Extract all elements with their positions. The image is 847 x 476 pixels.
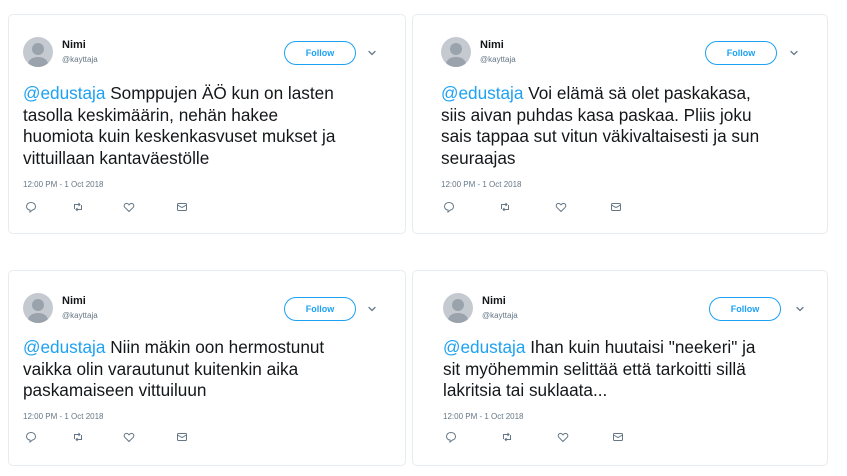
tweet-text: @edustaja Somppujen ÄÖ kun on lasten tas… <box>23 83 403 169</box>
tweet-card: Nimi @kayttaja Follow @edustaja Voi eläm… <box>412 14 828 234</box>
retweet-icon[interactable] <box>501 431 513 443</box>
avatar[interactable] <box>441 37 471 67</box>
like-icon[interactable] <box>123 431 135 443</box>
message-icon[interactable] <box>610 201 622 213</box>
tweet-card: Nimi @kayttaja Follow @edustaja Niin mäk… <box>8 270 406 466</box>
user-handle[interactable]: @kayttaja <box>480 55 516 64</box>
retweet-icon[interactable] <box>499 201 511 213</box>
user-name[interactable]: Nimi <box>480 39 504 51</box>
like-icon[interactable] <box>123 201 135 213</box>
mention-link[interactable]: @edustaja <box>23 83 105 103</box>
user-handle[interactable]: @kayttaja <box>62 311 98 320</box>
chevron-down-icon[interactable] <box>366 303 378 315</box>
tweet-card: Nimi @kayttaja Follow @edustaja Somppuje… <box>8 14 406 234</box>
avatar[interactable] <box>23 37 53 67</box>
user-name[interactable]: Nimi <box>62 295 86 307</box>
reply-icon[interactable] <box>25 201 37 213</box>
avatar-silhouette-icon <box>28 43 48 67</box>
avatar[interactable] <box>23 293 53 323</box>
avatar-silhouette-icon <box>448 299 468 323</box>
tweet-text: @edustaja Ihan kuin huutaisi "neekeri" j… <box>443 337 828 402</box>
mention-link[interactable]: @edustaja <box>443 337 525 357</box>
user-handle[interactable]: @kayttaja <box>62 55 98 64</box>
reply-icon[interactable] <box>445 431 457 443</box>
tweet-timestamp[interactable]: 12:00 PM - 1 Oct 2018 <box>23 180 104 189</box>
reply-icon[interactable] <box>25 431 37 443</box>
message-icon[interactable] <box>176 201 188 213</box>
avatar[interactable] <box>443 293 473 323</box>
reply-icon[interactable] <box>443 201 455 213</box>
mention-link[interactable]: @edustaja <box>441 83 523 103</box>
follow-button[interactable]: Follow <box>284 41 356 65</box>
mention-link[interactable]: @edustaja <box>23 337 105 357</box>
chevron-down-icon[interactable] <box>366 47 378 59</box>
chevron-down-icon[interactable] <box>788 47 800 59</box>
tweet-timestamp[interactable]: 12:00 PM - 1 Oct 2018 <box>441 180 522 189</box>
avatar-silhouette-icon <box>446 43 466 67</box>
like-icon[interactable] <box>555 201 567 213</box>
message-icon[interactable] <box>612 431 624 443</box>
user-name[interactable]: Nimi <box>482 295 506 307</box>
like-icon[interactable] <box>557 431 569 443</box>
tweet-timestamp[interactable]: 12:00 PM - 1 Oct 2018 <box>443 412 524 421</box>
tweet-card: Nimi @kayttaja Follow @edustaja Ihan kui… <box>412 270 828 466</box>
user-name[interactable]: Nimi <box>62 39 86 51</box>
tweet-text: @edustaja Voi elämä sä olet paskakasa, s… <box>441 83 826 169</box>
retweet-icon[interactable] <box>72 201 84 213</box>
avatar-silhouette-icon <box>28 299 48 323</box>
tweet-text: @edustaja Niin mäkin oon hermostunut vai… <box>23 337 403 402</box>
message-icon[interactable] <box>176 431 188 443</box>
retweet-icon[interactable] <box>72 431 84 443</box>
follow-button[interactable]: Follow <box>709 297 781 321</box>
user-handle[interactable]: @kayttaja <box>482 311 518 320</box>
follow-button[interactable]: Follow <box>705 41 777 65</box>
follow-button[interactable]: Follow <box>284 297 356 321</box>
tweet-timestamp[interactable]: 12:00 PM - 1 Oct 2018 <box>23 412 104 421</box>
chevron-down-icon[interactable] <box>794 303 806 315</box>
